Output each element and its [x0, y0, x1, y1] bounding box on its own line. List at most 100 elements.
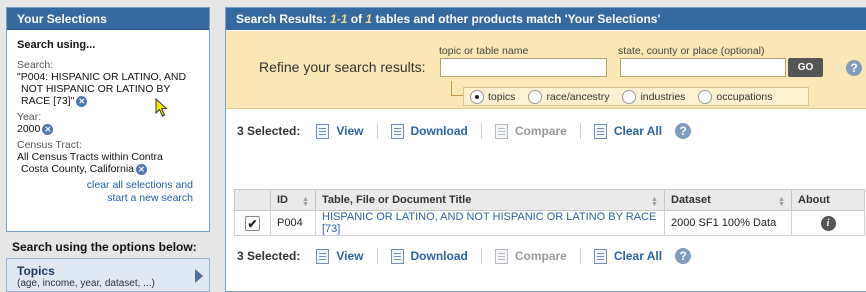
clear-link-line[interactable]: start a new search: [17, 192, 193, 205]
search-value: "P004: HISPANIC OR LATINO, AND NOT HISPA…: [17, 71, 199, 107]
clear-all-label[interactable]: Clear All: [614, 124, 662, 138]
compare-label[interactable]: Compare: [515, 249, 567, 263]
toolbar-divider: [579, 123, 581, 139]
sort-icon[interactable]: ▲ ▼: [302, 196, 309, 208]
column-header-label[interactable]: Dataset: [671, 194, 711, 206]
remove-year-icon[interactable]: ✕: [42, 123, 54, 135]
radio-selected-icon[interactable]: [470, 89, 484, 104]
sort-icon[interactable]: ▲ ▼: [778, 196, 785, 208]
table-header-row: ID ▲ ▼ Table, File or Document Title ▲ ▼ Dat…: [234, 189, 865, 211]
checkbox-checked-icon[interactable]: ✔: [245, 215, 260, 231]
search-value-line: RACE [73]": [21, 95, 75, 107]
view-button[interactable]: View: [316, 123, 364, 139]
download-button[interactable]: Download: [390, 123, 468, 139]
compare-button[interactable]: Compare: [494, 248, 567, 264]
remove-search-icon[interactable]: ✕: [76, 95, 88, 107]
topic-search-input[interactable]: [440, 58, 607, 77]
column-header-dataset[interactable]: Dataset ▲ ▼: [664, 189, 792, 211]
tract-value-line: All Census Tracts within Contra: [17, 151, 163, 163]
search-value-line: NOT HISPANIC OR LATINO BY: [21, 83, 171, 95]
radio-race-ancestry[interactable]: race/ancestry: [528, 89, 609, 104]
document-view-icon[interactable]: [316, 123, 330, 139]
selected-count: 3 Selected:: [237, 124, 301, 138]
radio-icon[interactable]: [528, 89, 543, 104]
geography-search-input[interactable]: [620, 58, 786, 77]
refine-label: Refine your search results:: [259, 59, 426, 75]
selections-body: Search using... Search: "P004: HISPANIC …: [7, 30, 209, 214]
remove-tract-icon[interactable]: ✕: [136, 163, 148, 175]
view-label[interactable]: View: [336, 249, 363, 263]
row-title-cell: HISPANIC OR LATINO, AND NOT HISPANIC OR …: [315, 210, 665, 236]
column-header-id[interactable]: ID ▲ ▼: [270, 189, 316, 211]
clear-icon[interactable]: [593, 248, 607, 264]
download-label[interactable]: Download: [411, 124, 468, 138]
radio-label[interactable]: occupations: [716, 91, 772, 103]
view-label[interactable]: View: [336, 124, 363, 138]
tract-value-line: Costa County, California: [21, 163, 135, 175]
radio-label[interactable]: topics: [488, 91, 515, 103]
radio-industries[interactable]: industries: [622, 89, 685, 104]
clear-icon[interactable]: [593, 123, 607, 139]
results-toolbar-top: 3 Selected: View Download Compare Clear …: [226, 120, 866, 142]
column-header-title[interactable]: Table, File or Document Title ▲ ▼: [315, 189, 665, 211]
clear-all-label[interactable]: Clear All: [614, 249, 662, 263]
column-header-label: About: [798, 194, 830, 206]
your-selections-header: Your Selections: [7, 8, 209, 30]
row-title-link[interactable]: HISPANIC OR LATINO, AND NOT HISPANIC OR …: [322, 211, 656, 235]
clear-all-button[interactable]: Clear All: [593, 248, 662, 264]
clear-all-button[interactable]: Clear All: [593, 123, 662, 139]
year-label: Year:: [17, 111, 42, 123]
row-about-cell: i: [791, 210, 865, 236]
chevron-right-icon[interactable]: [195, 269, 203, 283]
download-icon[interactable]: [390, 248, 404, 264]
results-range: 1-1: [330, 12, 348, 26]
go-button[interactable]: GO: [788, 58, 823, 77]
radio-icon[interactable]: [622, 89, 637, 104]
radio-label[interactable]: industries: [640, 91, 685, 103]
radio-label[interactable]: race/ancestry: [546, 91, 609, 103]
radio-topics[interactable]: topics: [470, 89, 515, 104]
download-label[interactable]: Download: [411, 249, 468, 263]
search-options-heading: Search using the options below:: [12, 240, 197, 254]
radio-occupations[interactable]: occupations: [698, 89, 772, 104]
topics-option[interactable]: Topics (age, income, year, dataset, ...): [6, 258, 210, 292]
download-icon[interactable]: [390, 123, 404, 139]
search-value-line-last: RACE [73]" ✕: [17, 95, 199, 107]
search-using-title: Search using...: [17, 39, 96, 51]
info-icon[interactable]: i: [820, 215, 836, 231]
compare-button[interactable]: Compare: [494, 123, 567, 139]
year-row: 2000 ✕: [17, 123, 199, 135]
row-id: P004: [270, 210, 316, 236]
topics-subtitle: (age, income, year, dataset, ...): [17, 278, 155, 289]
document-view-icon[interactable]: [316, 248, 330, 264]
view-button[interactable]: View: [316, 248, 364, 264]
compare-label[interactable]: Compare: [515, 124, 567, 138]
radio-icon[interactable]: [698, 89, 713, 104]
tract-label: Census Tract:: [17, 139, 82, 151]
clear-all-selections-link[interactable]: clear all selections and start a new sea…: [17, 179, 199, 205]
search-results-panel: Search Results: 1-1 of 1 tables and othe…: [225, 7, 866, 292]
results-suffix: tables and other products match 'Your Se…: [375, 12, 661, 26]
search-label: Search:: [17, 59, 54, 71]
topics-title[interactable]: Topics: [17, 264, 199, 278]
download-button[interactable]: Download: [390, 248, 468, 264]
help-icon[interactable]: ?: [675, 123, 692, 139]
help-icon[interactable]: ?: [846, 60, 862, 76]
column-header-label[interactable]: Table, File or Document Title: [322, 194, 471, 206]
topic-field-label: topic or table name: [439, 45, 529, 57]
selected-count: 3 Selected:: [237, 249, 301, 263]
clear-link-line[interactable]: clear all selections and: [17, 179, 193, 192]
results-toolbar-bottom: 3 Selected: View Download Compare Clear …: [226, 245, 866, 267]
your-selections-panel: Your Selections Search using... Search: …: [6, 7, 210, 232]
sort-icon[interactable]: ▲ ▼: [651, 196, 658, 208]
search-type-radio-group: topics race/ancestry industries occupati…: [463, 87, 809, 106]
help-icon[interactable]: ?: [675, 248, 692, 264]
results-total: 1: [365, 12, 373, 26]
compare-icon[interactable]: [494, 248, 508, 264]
toolbar-divider: [376, 123, 378, 139]
toolbar-divider: [480, 123, 482, 139]
row-select-cell[interactable]: ✔: [234, 210, 271, 236]
column-header-label[interactable]: ID: [277, 194, 288, 206]
toolbar-divider: [579, 248, 581, 264]
compare-icon[interactable]: [494, 123, 508, 139]
